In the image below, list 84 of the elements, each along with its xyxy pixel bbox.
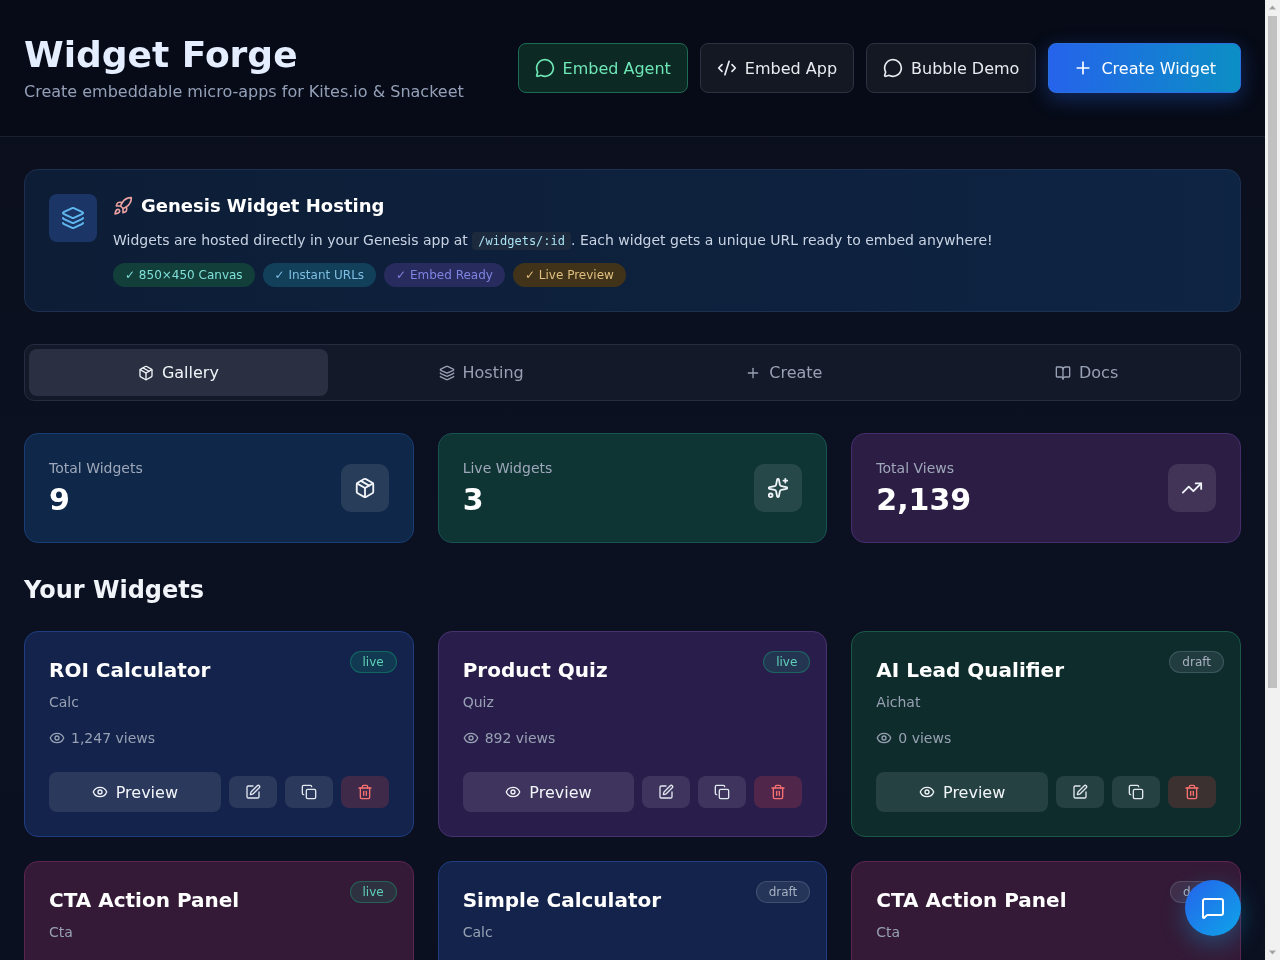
- embed-app-button[interactable]: Embed App: [699, 43, 855, 93]
- scrollbar-thumb[interactable]: [1268, 16, 1277, 688]
- app-title: Widget Forge: [24, 33, 298, 77]
- preview-button[interactable]: Preview: [49, 772, 221, 812]
- stat-value: 9: [49, 482, 70, 518]
- chat-bubble-icon: [883, 58, 904, 78]
- section-title: Your Widgets: [24, 575, 205, 605]
- feature-tag: ✓ Embed Ready: [384, 263, 505, 287]
- widget-type: Quiz: [462, 693, 494, 712]
- preview-button[interactable]: Preview: [462, 772, 635, 812]
- eye-icon: [505, 784, 522, 800]
- eye-icon: [49, 730, 65, 746]
- delete-button[interactable]: [1168, 776, 1216, 808]
- stat-label: Total Views: [876, 459, 954, 478]
- view-count: 892 views: [484, 729, 556, 748]
- feature-tag: ✓ 850×450 Canvas: [113, 263, 255, 287]
- chat-icon: [1201, 896, 1225, 920]
- tab[interactable]: Gallery: [29, 349, 328, 396]
- stat-value: 3: [462, 482, 484, 518]
- delete-button[interactable]: [754, 776, 803, 808]
- feature-tag: ✓ Live Preview: [512, 263, 626, 287]
- copy-button[interactable]: [698, 776, 747, 808]
- app-subtitle: Create embeddable micro-apps for Kites.io & Snackeet: [24, 81, 464, 103]
- eye-icon: [876, 730, 893, 746]
- widget-title: Simple Calculator: [462, 887, 662, 914]
- scrollbar[interactable]: [1265, 0, 1280, 960]
- copy-icon: [1128, 784, 1144, 800]
- eye-icon: [919, 784, 935, 800]
- stat-value: 2,139: [876, 482, 972, 518]
- pencil-icon: [1072, 784, 1088, 800]
- layers-icon: [49, 194, 97, 242]
- embed-agent-button[interactable]: Embed Agent: [517, 43, 688, 93]
- banner-title: Genesis Widget Hosting: [141, 194, 385, 218]
- tab[interactable]: Hosting: [331, 349, 631, 396]
- view-count: 0 views: [898, 729, 952, 748]
- layers-icon: [438, 364, 455, 381]
- status-tag: draft: [1169, 651, 1224, 673]
- widget-type: Cta: [49, 923, 73, 942]
- widget-type: Calc: [462, 923, 493, 942]
- widget-title: CTA Action Panel: [876, 887, 1067, 914]
- copy-button[interactable]: [1112, 776, 1160, 808]
- stat-label: Live Widgets: [462, 459, 553, 478]
- eye-icon: [462, 730, 479, 746]
- rocket-icon: [113, 196, 133, 216]
- bubble-demo-button[interactable]: Bubble Demo: [866, 43, 1037, 93]
- view-count: 1,247 views: [71, 729, 156, 748]
- widget-title: CTA Action Panel: [49, 887, 240, 914]
- widget-type: Cta: [876, 923, 901, 942]
- widget-title: ROI Calculator: [49, 657, 211, 684]
- status-tag: draft: [755, 881, 811, 903]
- banner-description: Widgets are hosted directly in your Genesis app at /widgets/:id . Each widget gets a unique URL ready to embed anywhere!: [113, 231, 993, 251]
- feature-tag: ✓ Instant URLs: [262, 263, 377, 287]
- copy-button[interactable]: [284, 776, 333, 808]
- trend-up-icon: [1168, 464, 1216, 512]
- pencil-icon: [244, 784, 261, 800]
- trash-icon: [356, 784, 373, 800]
- widget-type: Calc: [49, 693, 79, 712]
- box-icon: [340, 464, 389, 512]
- eye-icon: [91, 784, 108, 800]
- preview-button[interactable]: Preview: [876, 772, 1048, 812]
- status-tag: live: [763, 651, 811, 673]
- widget-type: Aichat: [876, 693, 921, 712]
- create-widget-button[interactable]: Create Widget: [1048, 43, 1241, 93]
- status-tag: live: [349, 881, 397, 903]
- trash-icon: [770, 784, 787, 800]
- edit-button[interactable]: [228, 776, 277, 808]
- edit-button[interactable]: [642, 776, 691, 808]
- box-icon: [137, 364, 154, 381]
- pencil-icon: [658, 784, 675, 800]
- tab[interactable]: Create: [634, 349, 934, 396]
- chat-bubble-icon: [534, 58, 555, 78]
- delete-button[interactable]: [340, 776, 389, 808]
- copy-icon: [714, 784, 731, 800]
- edit-button[interactable]: [1056, 776, 1104, 808]
- tab[interactable]: Docs: [937, 349, 1236, 396]
- copy-icon: [300, 784, 317, 800]
- widget-title: Product Quiz: [462, 657, 608, 684]
- code-icon: [716, 58, 737, 78]
- book-icon: [1055, 364, 1071, 381]
- trash-icon: [1184, 784, 1200, 800]
- sparkles-icon: [754, 464, 803, 512]
- stat-label: Total Widgets: [49, 459, 143, 478]
- status-tag: live: [349, 651, 397, 673]
- widget-title: AI Lead Qualifier: [876, 657, 1064, 684]
